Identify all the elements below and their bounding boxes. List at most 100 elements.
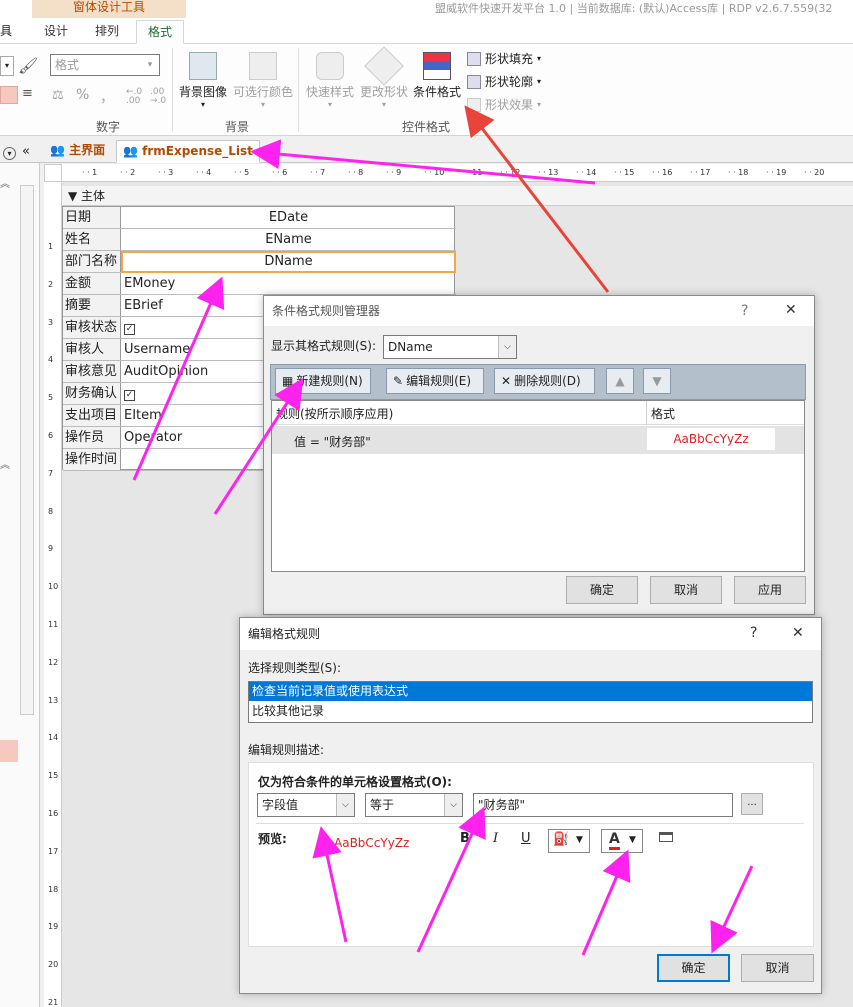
number-format-combo[interactable]: 格式 ▾ <box>50 54 160 76</box>
rule-type-item[interactable]: 比较其他记录 <box>249 702 812 721</box>
rule-format-preview: AaBbCcYyZz <box>647 428 775 450</box>
tab-main-interface[interactable]: 👥 主界面 <box>44 140 111 163</box>
tab-format[interactable]: 格式 <box>136 20 184 44</box>
tab-cut-off[interactable]: 具 <box>0 22 12 39</box>
ruler-tick-label: 12 <box>48 657 59 667</box>
ok-button[interactable]: 确定 <box>566 576 638 604</box>
nav-selected-item[interactable] <box>0 740 18 762</box>
checkbox-icon[interactable]: ✓ <box>124 324 135 335</box>
ruler-tick-label: · · 20 <box>804 168 825 177</box>
only-format-label: 仅为符合条件的单元格设置格式(O): <box>258 775 452 789</box>
ruler-tick-label: 4 <box>48 355 54 365</box>
window-title: 盟威软件快速开发平台 1.0 | 当前数据库: (默认)Access库 | RD… <box>435 2 833 15</box>
new-rule-label: 新建规则(N) <box>296 374 363 388</box>
field-label[interactable]: 操作时间 <box>63 449 121 470</box>
alt-row-color-button[interactable]: 可选行颜色 ▾ <box>233 52 293 109</box>
checkbox-icon[interactable]: ✓ <box>124 390 135 401</box>
format-painter-icon[interactable]: 🖌 <box>18 56 38 75</box>
field-label[interactable]: 姓名 <box>63 229 121 250</box>
quick-style-button[interactable]: 快速样式 ▾ <box>306 52 354 109</box>
underline-button[interactable]: U <box>521 831 531 846</box>
condition-value-input[interactable]: "财务部" <box>473 793 733 817</box>
form-icon: 👥 <box>50 143 65 157</box>
align-center-icon[interactable] <box>0 86 18 104</box>
shape-outline-label: 形状轮廓 <box>485 75 534 89</box>
move-up-button[interactable]: ▲ <box>606 368 634 394</box>
shape-outline-button[interactable]: 形状轮廓 ▾ <box>467 73 541 90</box>
conditional-format-button[interactable]: 条件格式 <box>413 52 461 100</box>
field-value-text: 字段值 <box>262 798 299 812</box>
field-label[interactable]: 财务确认 <box>63 383 121 404</box>
nav-scrollbar[interactable] <box>20 185 34 715</box>
percent-button[interactable]: % <box>76 87 89 103</box>
tab-design[interactable]: 设计 <box>36 20 76 44</box>
scroll-up-icon[interactable]: ︽ <box>0 175 10 190</box>
increase-decimal-icon[interactable]: ←.0.00 <box>126 88 142 106</box>
new-rule-button[interactable]: ▦ 新建规则(N) <box>275 368 371 394</box>
field-label[interactable]: 操作员 <box>63 427 121 448</box>
scroll-up-icon-2[interactable]: ︽ <box>0 456 10 471</box>
font-color-button[interactable]: A ▼ <box>601 829 643 853</box>
conditional-format-label: 条件格式 <box>413 85 462 99</box>
group-separator <box>298 48 299 132</box>
comma-button[interactable]: ， <box>100 87 114 107</box>
expression-builder-button[interactable]: ... <box>741 793 763 815</box>
picture-icon <box>189 52 217 80</box>
divider <box>256 823 804 824</box>
chevron-down-icon: ▼ <box>576 835 583 845</box>
field-control[interactable]: EDate <box>122 207 455 228</box>
align-right-icon[interactable]: ≡ <box>22 86 33 101</box>
italic-button[interactable]: I <box>493 831 498 846</box>
field-label[interactable]: 审核状态 <box>63 317 121 338</box>
field-label[interactable]: 日期 <box>63 207 121 228</box>
fill-color-button[interactable]: ⛽ ▼ <box>548 829 590 853</box>
field-label[interactable]: 审核人 <box>63 339 121 360</box>
background-image-button[interactable]: 背景图像 ▾ <box>179 52 227 109</box>
apply-button[interactable]: 应用 <box>734 576 806 604</box>
close-icon[interactable]: ✕ <box>792 625 804 641</box>
help-icon[interactable]: ? <box>750 625 757 641</box>
chevron-down-icon: ⌵ <box>336 794 354 816</box>
field-label[interactable]: 金额 <box>63 273 121 294</box>
selected-control-border <box>121 251 456 273</box>
pencil-icon <box>467 74 481 89</box>
rule-type-item-selected[interactable]: 检查当前记录值或使用表达式 <box>249 682 812 701</box>
field-control[interactable]: EMoney <box>122 273 455 294</box>
font-combo-cut[interactable]: ▾ <box>0 56 14 76</box>
delete-rule-button[interactable]: ✕ 删除规则(D) <box>494 368 595 394</box>
collapse-nav-icon[interactable]: « <box>22 144 30 159</box>
shape-icon <box>364 46 404 86</box>
change-shape-button[interactable]: 更改形状 ▾ <box>360 46 408 109</box>
move-down-button[interactable]: ▼ <box>643 368 671 394</box>
shape-fill-button[interactable]: 形状填充 ▾ <box>467 50 541 67</box>
ruler-tick-label: · · 12 <box>500 168 521 177</box>
ruler-tick-label: 13 <box>48 695 59 705</box>
form-selector[interactable] <box>44 164 62 182</box>
field-value-combo[interactable]: 字段值 ⌵ <box>257 793 355 817</box>
tab-frm-expense-list[interactable]: 👥 frmExpense_List <box>116 140 260 163</box>
nav-pane-menu-icon[interactable]: ▾ <box>3 147 16 160</box>
section-header[interactable]: ▼ 主体 <box>62 186 853 206</box>
tab-main-label: 主界面 <box>69 143 106 157</box>
operator-combo[interactable]: 等于 ⌵ <box>365 793 463 817</box>
field-label[interactable]: 支出项目 <box>63 405 121 426</box>
help-icon[interactable]: ? <box>741 303 748 319</box>
bold-button[interactable]: B <box>460 831 470 846</box>
currency-icon[interactable]: ⚖ <box>52 88 64 103</box>
edit-rule-button[interactable]: ✎ 编辑规则(E) <box>386 368 484 394</box>
shape-effects-button[interactable]: 形状效果 ▾ <box>467 96 541 113</box>
field-label[interactable]: 审核意见 <box>63 361 121 382</box>
field-label[interactable]: 摘要 <box>63 295 121 316</box>
show-rules-combo[interactable]: DName ⌵ <box>383 335 517 359</box>
close-icon[interactable]: ✕ <box>785 302 797 318</box>
enable-disable-icon[interactable] <box>659 832 673 842</box>
cancel-button[interactable]: 取消 <box>741 954 814 982</box>
tab-arrange[interactable]: 排列 <box>87 20 127 44</box>
field-label[interactable]: 部门名称 <box>63 251 121 272</box>
ok-button[interactable]: 确定 <box>657 954 730 982</box>
field-control[interactable]: EName <box>122 229 455 250</box>
chevron-down-icon: ⌵ <box>498 336 516 358</box>
cancel-button[interactable]: 取消 <box>650 576 722 604</box>
decrease-decimal-icon[interactable]: .00 →.0 <box>150 88 166 106</box>
operator-text: 等于 <box>370 798 395 812</box>
